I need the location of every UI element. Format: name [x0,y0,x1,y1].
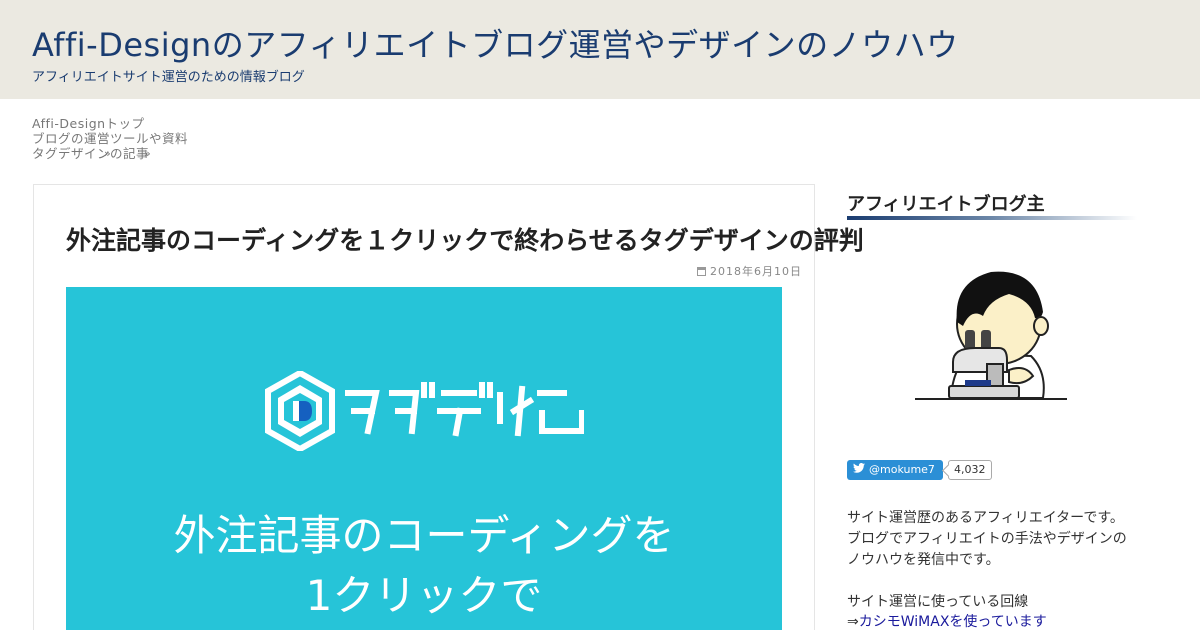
article-title: 外注記事のコーディングを１クリックで終わらせるタグデザインの評判 [66,226,864,255]
twitter-bird-icon [853,460,865,480]
profile-link-row: ⇒カシモWiMAXを使っています [847,612,1047,630]
twitter-follower-count[interactable]: 4,032 [948,460,992,480]
breadcrumb-separator: » [144,147,152,160]
tagdesign-logo [264,369,585,455]
profile-widget-title: アフィリエイトブログ主 [847,194,1045,215]
twitter-handle: @mokume7 [869,463,935,476]
widget-title-underline [847,216,1137,220]
site-header: Affi-Designのアフィリエイトブログ運営やデザインのノウハウ アフィリエ… [0,0,1200,99]
breadcrumb: Affi-Designトップ ブログの運営ツールや資料 タグデザインの記事 » … [32,116,192,161]
post-date: 2018年6月10日 [697,263,802,279]
eyecatch-line-1: 外注記事のコーディングを [173,511,675,560]
site-title[interactable]: Affi-Designのアフィリエイトブログ運営やデザインのノウハウ [32,20,959,66]
calendar-icon [697,267,706,276]
post-date-text: 2018年6月10日 [710,265,802,278]
breadcrumb-item-current: タグデザインの記事 [32,146,150,161]
site-description: アフィリエイトサイト運営のための情報ブログ [32,70,305,85]
eyecatch-image: 外注記事のコーディングを 1クリックで [66,287,782,630]
avatar [913,260,1069,418]
profile-description: サイト運営歴のあるアフィリエイターです。ブログでアフィリエイトの手法やデザインの… [847,510,1127,568]
article-card: 外注記事のコーディングを１クリックで終わらせるタグデザインの評判 2018年6月… [33,184,864,630]
wimax-link[interactable]: カシモWiMAXを使っています [859,614,1047,630]
arrow-prefix: ⇒ [847,614,859,630]
researcher-microscope-icon [915,271,1067,400]
eyecatch-line-2: 1クリックで [305,571,543,620]
profile-subheading: サイト運営に使っている回線 [847,594,1029,610]
breadcrumb-separator: » [104,147,112,160]
breadcrumb-item-home[interactable]: Affi-Designトップ [32,116,192,131]
breadcrumb-item-category[interactable]: ブログの運営ツールや資料 [32,131,192,146]
twitter-follow-button[interactable]: @mokume7 [847,460,943,480]
tagdesign-logo-icon [265,369,585,453]
